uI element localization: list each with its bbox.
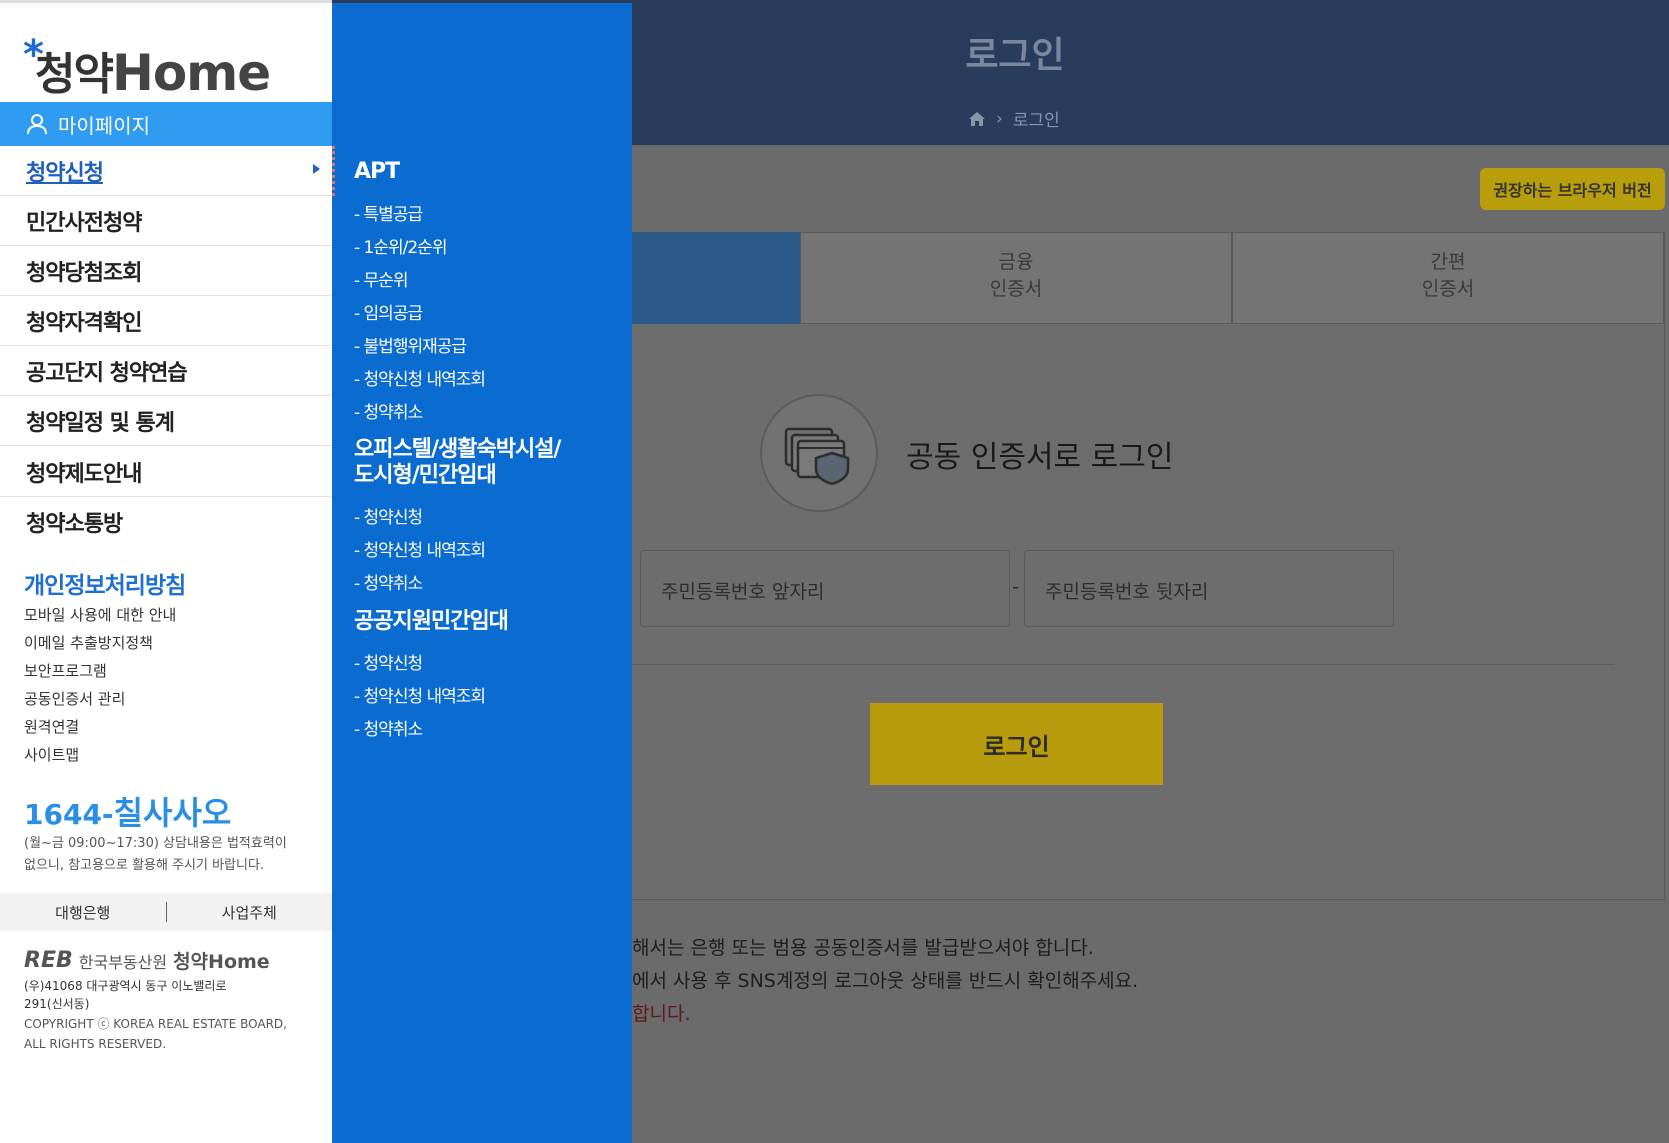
footer-tabs: 대행은행 사업주체 xyxy=(0,893,332,931)
caret-right-icon xyxy=(313,164,320,174)
submenu-item[interactable]: - 청약신청 내역조회 xyxy=(354,365,486,390)
address-text: (우)41068 대구광역시 동구 이노밸리로 xyxy=(24,979,227,993)
submenu-item[interactable]: - 임의공급 xyxy=(354,299,423,324)
tab-label: 인증서 xyxy=(1421,278,1475,300)
submenu-item[interactable]: - 청약취소 xyxy=(354,569,423,594)
breadcrumb: › 로그인 xyxy=(968,106,1060,131)
submenu-item[interactable]: - 무순위 xyxy=(354,266,408,291)
menu-item-apply[interactable]: 청약신청 xyxy=(0,146,332,196)
heading-line: 오피스텔/생활숙박시설/ xyxy=(354,437,561,462)
rrn-separator: - xyxy=(1012,576,1019,598)
certificate-icon xyxy=(760,394,878,512)
agency-bank-link[interactable]: 대행은행 xyxy=(0,902,166,923)
notice-text: 에서 사용 후 SNS계정의 로그아웃 상태를 반드시 확인해주세요. xyxy=(632,970,1139,992)
logo-english: Home xyxy=(111,44,271,102)
menu-label: 청약자격확인 xyxy=(26,310,142,336)
mypage-label: 마이페이지 xyxy=(58,113,150,138)
copyright-text: ALL RIGHTS RESERVED. xyxy=(24,1037,167,1051)
hours-text: (월~금 09:00~17:30) 상담내용은 법적효력이 xyxy=(24,836,287,851)
menu-label: 청약일정 및 통계 xyxy=(26,410,175,436)
breadcrumb-current: 로그인 xyxy=(1012,111,1060,131)
submenu-heading-public-rental: 공공지원민간임대 xyxy=(354,609,509,634)
phone-prefix: 1644- xyxy=(24,798,114,831)
login-button[interactable]: 로그인 xyxy=(870,703,1163,785)
tab-simple-cert[interactable]: 간편 인증서 xyxy=(1232,232,1664,324)
reb-home: 청약Home xyxy=(173,951,270,973)
submenu-item[interactable]: - 청약신청 내역조회 xyxy=(354,682,486,707)
submenu-item[interactable]: - 특별공급 xyxy=(354,200,423,225)
submenu-heading-officetel: 오피스텔/생활숙박시설/ 도시형/민간임대 xyxy=(354,437,561,489)
privacy-policy-link[interactable]: 개인정보처리방침 xyxy=(24,566,186,600)
email-policy-link[interactable]: 이메일 추출방지정책 xyxy=(24,632,153,653)
notice-warning-text: 합니다. xyxy=(632,1003,691,1025)
home-icon[interactable] xyxy=(968,111,986,127)
notice-text: 해서는 은행 또는 범용 공동인증서를 발급받으셔야 합니다. xyxy=(632,937,1094,959)
submenu-heading-apt: APT xyxy=(354,159,400,184)
cert-manage-link[interactable]: 공동인증서 관리 xyxy=(24,688,125,709)
menu-label: 민간사전청약 xyxy=(26,210,142,236)
menu-item-winner-check[interactable]: 청약당첨조회 xyxy=(0,246,332,296)
remote-link[interactable]: 원격연결 xyxy=(24,716,79,737)
address-text: 291(신서동) xyxy=(24,997,90,1011)
cert-login-label: 공동 인증서로 로그인 xyxy=(906,440,1174,475)
tab-label: 금융 xyxy=(998,251,1034,273)
copyright-text: COPYRIGHT ⓒ KOREA REAL ESTATE BOARD, xyxy=(24,1017,287,1031)
contact-phone: 1644-칠사사오 xyxy=(24,788,231,834)
menu-label: 공고단지 청약연습 xyxy=(26,360,188,386)
logo-korean: 청약 xyxy=(35,49,114,100)
menu-item-schedule[interactable]: 청약일정 및 통계 xyxy=(0,396,332,446)
submenu-item[interactable]: - 불법행위재공급 xyxy=(354,332,467,357)
submenu-item[interactable]: - 청약신청 xyxy=(354,649,423,674)
reb-logo: REB 한국부동산원 청약Home xyxy=(24,947,270,974)
divider xyxy=(332,146,335,196)
menu-item-guide[interactable]: 청약제도안내 xyxy=(0,447,332,497)
submenu-item[interactable]: - 1순위/2순위 xyxy=(354,233,447,258)
chevron-right-icon: › xyxy=(996,108,1003,129)
security-program-link[interactable]: 보안프로그램 xyxy=(24,660,107,681)
page-title: 로그인 xyxy=(965,35,1065,76)
divider xyxy=(600,664,1615,665)
menu-label: 청약신청 xyxy=(26,160,104,186)
menu-label: 청약제도안내 xyxy=(26,461,142,487)
reb-name: 한국부동산원 xyxy=(78,952,168,972)
menu-item-practice[interactable]: 공고단지 청약연습 xyxy=(0,346,332,396)
submenu-item[interactable]: - 청약취소 xyxy=(354,398,423,423)
tab-label: 인증서 xyxy=(989,278,1043,300)
mypage-link[interactable]: 마이페이지 xyxy=(0,102,332,146)
recommended-browser-button[interactable]: 권장하는 브라우저 버전 xyxy=(1480,168,1665,210)
logo-star: * xyxy=(23,32,44,78)
submenu-item[interactable]: - 청약신청 내역조회 xyxy=(354,536,486,561)
tab-label: 간편 xyxy=(1430,251,1466,273)
rrn-back-input[interactable]: 주민등록번호 뒷자리 xyxy=(1024,550,1394,627)
rrn-front-input[interactable]: 주민등록번호 앞자리 xyxy=(640,550,1010,627)
menu-label: 청약당첨조회 xyxy=(26,260,142,286)
tab-financial-cert[interactable]: 금융 인증서 xyxy=(800,232,1232,324)
menu-item-private-pre-apply[interactable]: 민간사전청약 xyxy=(0,196,332,246)
mobile-guide-link[interactable]: 모바일 사용에 대한 안내 xyxy=(24,604,176,625)
phone-word: 칠사사오 xyxy=(113,794,232,832)
business-entity-link[interactable]: 사업주체 xyxy=(167,902,333,923)
menu-item-community[interactable]: 청약소통방 xyxy=(0,497,332,547)
menu-label: 청약소통방 xyxy=(26,512,123,537)
hours-text: 없으니, 참고용으로 활용해 주시기 바랍니다. xyxy=(24,858,265,873)
apply-submenu: APT - 특별공급 - 1순위/2순위 - 무순위 - 임의공급 - 불법행위… xyxy=(332,3,632,1143)
site-logo[interactable]: * 청약 Home xyxy=(23,32,271,102)
side-menu: * 청약 Home 마이페이지 청약신청 민간사전청약 청약당첨조회 청약자격확… xyxy=(0,0,332,1143)
sitemap-link[interactable]: 사이트맵 xyxy=(24,744,79,765)
submenu-item[interactable]: - 청약취소 xyxy=(354,715,423,740)
heading-line: 도시형/민간임대 xyxy=(354,463,497,488)
reb-mark: REB xyxy=(24,948,73,973)
submenu-item[interactable]: - 청약신청 xyxy=(354,503,423,528)
menu-item-eligibility[interactable]: 청약자격확인 xyxy=(0,296,332,346)
user-icon xyxy=(27,114,47,135)
